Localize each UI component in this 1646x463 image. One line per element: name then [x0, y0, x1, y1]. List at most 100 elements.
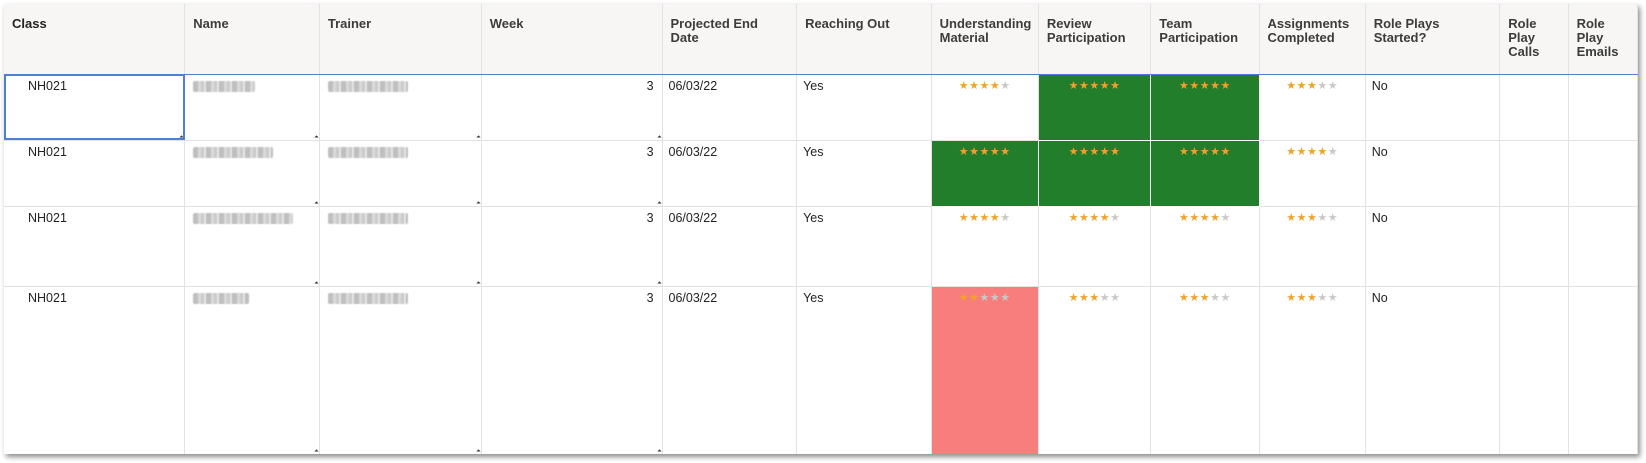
cell-role-play-calls[interactable] — [1499, 140, 1569, 207]
cell-assignments-rating[interactable]: ★★★★★ — [1259, 74, 1366, 141]
cell-understanding-rating[interactable]: ★★★★★ — [931, 206, 1039, 287]
column-header-understanding-material[interactable]: Understanding Material — [931, 4, 1039, 75]
star-rating[interactable]: ★★★★★ — [1039, 75, 1150, 92]
star-rating[interactable]: ★★★★★ — [1151, 207, 1258, 224]
cell-role-play-calls[interactable] — [1499, 74, 1569, 141]
star-rating[interactable]: ★★★★★ — [932, 75, 1038, 92]
column-header-role-play-calls[interactable]: Role Play Calls — [1499, 4, 1569, 75]
week-value: 3 — [646, 290, 654, 305]
cell-end-date[interactable]: 06/03/22 — [662, 286, 798, 454]
cell-end-date[interactable]: 06/03/22 — [662, 74, 798, 141]
class-value: NH021 — [28, 144, 67, 159]
cell-review-rating[interactable]: ★★★★★ — [1038, 286, 1152, 454]
cell-trainer[interactable] — [319, 206, 482, 287]
star-icon: ★ — [989, 145, 1001, 158]
column-header-trainer[interactable]: Trainer — [319, 4, 482, 75]
cell-review-rating[interactable]: ★★★★★ — [1038, 206, 1152, 287]
column-header-class[interactable]: Class — [4, 4, 186, 75]
cell-class[interactable]: NH021 — [4, 74, 186, 141]
cell-week[interactable]: 3 — [481, 74, 663, 141]
cell-name[interactable] — [184, 74, 320, 141]
star-rating[interactable]: ★★★★★ — [1260, 75, 1365, 92]
column-header-reaching-out[interactable]: Reaching Out — [796, 4, 932, 75]
cell-week[interactable]: 3 — [481, 206, 663, 287]
cell-role-play-emails[interactable] — [1568, 206, 1638, 287]
star-rating[interactable]: ★★★★★ — [932, 207, 1038, 224]
star-icon: ★ — [969, 79, 980, 92]
star-rating[interactable]: ★★★★★ — [1039, 141, 1150, 158]
cell-week[interactable]: 3 — [481, 286, 663, 454]
cell-understanding-rating[interactable]: ★★★★★ — [931, 140, 1039, 207]
star-icon: ★ — [1078, 291, 1090, 304]
column-header-role-plays-started[interactable]: Role Plays Started? — [1365, 4, 1501, 75]
cell-week[interactable]: 3 — [481, 140, 663, 207]
column-header-name[interactable]: Name — [184, 4, 320, 75]
cell-assignments-rating[interactable]: ★★★★★ — [1259, 140, 1366, 207]
star-rating[interactable]: ★★★★★ — [1151, 287, 1258, 304]
star-rating[interactable]: ★★★★★ — [1260, 141, 1365, 158]
cell-review-rating[interactable]: ★★★★★ — [1038, 140, 1152, 207]
star-icon: ★ — [1286, 211, 1297, 224]
column-header-role-play-emails[interactable]: Role Play Emails — [1568, 4, 1638, 75]
star-icon: ★ — [1068, 211, 1079, 224]
cell-reaching-out[interactable]: Yes — [796, 206, 932, 287]
cell-role-plays-started[interactable]: No — [1365, 140, 1501, 207]
star-rating[interactable]: ★★★★★ — [932, 287, 1038, 304]
table-row: NH021 3 06/03/22 Yes ★★★★★ ★★★★★ ★★★★★ ★… — [4, 206, 1638, 287]
cell-team-rating[interactable]: ★★★★★ — [1150, 140, 1260, 207]
column-header-review-participation[interactable]: Review Participation — [1038, 4, 1152, 75]
cell-reaching-out[interactable]: Yes — [796, 286, 932, 454]
cell-reaching-out[interactable]: Yes — [796, 74, 932, 141]
cell-reaching-out[interactable]: Yes — [796, 140, 932, 207]
cell-name[interactable] — [184, 206, 320, 287]
cell-understanding-rating[interactable]: ★★★★★ — [931, 286, 1039, 454]
star-rating[interactable]: ★★★★★ — [1260, 207, 1365, 224]
cell-class[interactable]: NH021 — [4, 140, 186, 207]
star-rating[interactable]: ★★★★★ — [1151, 141, 1258, 158]
cell-role-play-emails[interactable] — [1568, 286, 1638, 454]
star-icon: ★ — [989, 291, 1001, 304]
cell-understanding-rating[interactable]: ★★★★★ — [931, 74, 1039, 141]
cell-end-date[interactable]: 06/03/22 — [662, 140, 798, 207]
cell-role-play-emails[interactable] — [1568, 74, 1638, 141]
star-icon: ★ — [979, 291, 990, 304]
star-rating[interactable]: ★★★★★ — [1039, 287, 1150, 304]
cell-end-date[interactable]: 06/03/22 — [662, 206, 798, 287]
star-rating[interactable]: ★★★★★ — [932, 141, 1038, 158]
cell-role-plays-started[interactable]: No — [1365, 286, 1501, 454]
cell-trainer[interactable] — [319, 286, 482, 454]
cell-review-rating[interactable]: ★★★★★ — [1038, 74, 1152, 141]
cell-role-plays-started[interactable]: No — [1365, 206, 1501, 287]
star-rating[interactable]: ★★★★★ — [1260, 287, 1365, 304]
cell-class[interactable]: NH021 — [4, 286, 186, 454]
star-icon: ★ — [1317, 291, 1328, 304]
column-header-team-participation[interactable]: Team Participation — [1150, 4, 1260, 75]
column-header-week[interactable]: Week — [481, 4, 663, 75]
star-icon: ★ — [1000, 79, 1011, 92]
star-icon: ★ — [1099, 211, 1111, 224]
cell-trainer[interactable] — [319, 74, 482, 141]
star-rating[interactable]: ★★★★★ — [1039, 207, 1150, 224]
cell-assignments-rating[interactable]: ★★★★★ — [1259, 206, 1366, 287]
column-header-projected-end-date[interactable]: Projected End Date — [662, 4, 798, 75]
cell-team-rating[interactable]: ★★★★★ — [1150, 74, 1260, 141]
cell-name[interactable] — [184, 286, 320, 454]
cell-role-plays-started[interactable]: No — [1365, 74, 1501, 141]
cell-class[interactable]: NH021 — [4, 206, 186, 287]
cell-assignments-rating[interactable]: ★★★★★ — [1259, 286, 1366, 454]
star-icon: ★ — [1199, 291, 1211, 304]
cell-role-play-emails[interactable] — [1568, 140, 1638, 207]
column-header-assignments-completed[interactable]: Assignments Completed — [1259, 4, 1366, 75]
cell-trainer[interactable] — [319, 140, 482, 207]
cell-name[interactable] — [184, 140, 320, 207]
role-plays-started-value: No — [1371, 78, 1388, 93]
star-rating[interactable]: ★★★★★ — [1151, 75, 1258, 92]
cell-role-play-calls[interactable] — [1499, 286, 1569, 454]
star-icon: ★ — [1306, 211, 1318, 224]
dropdown-marker — [314, 448, 319, 454]
cell-team-rating[interactable]: ★★★★★ — [1150, 206, 1260, 287]
fill-handle[interactable] — [179, 134, 184, 140]
star-icon: ★ — [1078, 79, 1090, 92]
cell-role-play-calls[interactable] — [1499, 206, 1569, 287]
cell-team-rating[interactable]: ★★★★★ — [1150, 286, 1260, 454]
